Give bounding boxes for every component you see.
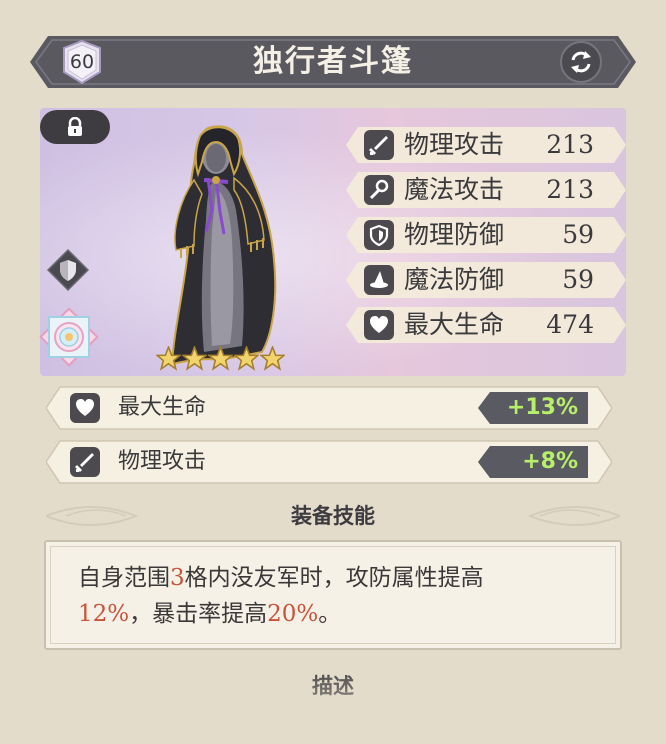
shield-icon [46,248,90,292]
stat-value: 213 [546,130,594,159]
stat-value: 213 [546,175,594,204]
star-icon [234,346,259,371]
description-section-header: 描述 [40,666,626,706]
shield-badge[interactable] [46,248,90,292]
description-heading: 描述 [312,674,354,698]
bonus-row-max-hp: 最大生命 +13% [46,386,612,430]
swap-button[interactable] [560,41,602,83]
sword-icon [70,447,100,477]
star-icon [182,346,207,371]
stat-label: 物理防御 [404,220,505,249]
star-rating [156,346,286,372]
item-title: 独行者斗篷 [253,44,413,79]
stat-label: 魔法防御 [404,265,505,294]
witch-hat-icon [364,265,394,295]
bonus-value-badge: +13% [478,392,588,424]
stat-label: 魔法攻击 [404,175,505,204]
bonus-label: 最大生命 [118,395,207,420]
stat-magic-defense: 魔法防御 59 [346,261,626,299]
stat-value: 59 [562,220,594,249]
cloak-figure [170,125,277,366]
skill-heading: 装备技能 [291,504,375,528]
skill-text: 自身范围3格内没友军时，攻防属性提高 12%，暴击率提高20%。 [78,565,484,627]
bonus-value: +13% [506,395,578,420]
stat-label: 最大生命 [404,310,505,339]
title-banner: 60 独行者斗篷 [30,32,636,92]
bonus-row-physical-attack: 物理攻击 +8% [46,440,612,484]
level-value: 60 [69,51,95,73]
bonus-value: +8% [522,449,578,474]
skill-description-box: 自身范围3格内没友军时，攻防属性提高 12%，暴击率提高20%。 [44,540,622,650]
lock-icon [68,117,82,136]
sword-icon [364,130,394,160]
flower-emblem-badge[interactable] [38,306,100,368]
skill-section-header: 装备技能 [40,496,626,536]
stat-physical-attack: 物理攻击 213 [346,126,626,164]
stat-physical-defense: 物理防御 59 [346,216,626,254]
star-icon [260,346,285,371]
level-badge: 60 [62,39,102,85]
star-icon [208,346,233,371]
bonus-value-badge: +8% [478,446,588,478]
shield-icon [364,220,394,250]
heart-icon [364,310,394,340]
flower-emblem-icon [39,307,99,367]
heart-icon [70,393,100,423]
equipment-detail-panel: 60 独行者斗篷 物理攻击 213 魔法攻击 213 物理防御 59 魔法防御 … [0,0,666,744]
wand-icon [364,175,394,205]
stat-magic-attack: 魔法攻击 213 [346,171,626,209]
stat-value: 59 [562,265,594,294]
stat-value: 474 [546,310,594,339]
stat-label: 物理攻击 [404,130,505,159]
lock-button[interactable] [40,110,110,144]
swap-icon [571,51,591,73]
bonus-label: 物理攻击 [118,449,207,474]
stat-max-hp: 最大生命 474 [346,306,626,344]
star-icon [156,346,181,371]
